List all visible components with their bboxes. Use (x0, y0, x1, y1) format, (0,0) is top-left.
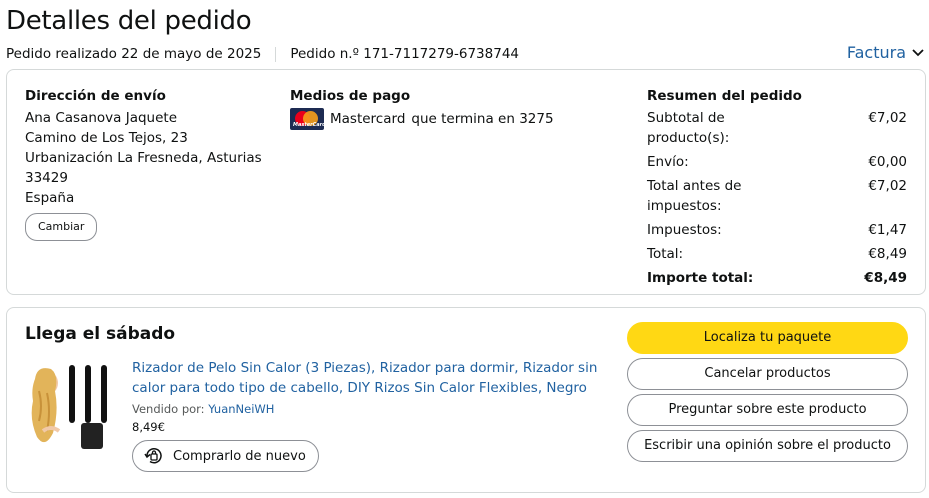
ask-product-question-button[interactable]: Preguntar sobre este producto (627, 394, 908, 426)
summary-heading: Resumen del pedido (647, 88, 802, 104)
product-info: Rizador de Pelo Sin Calor (3 Piezas), Ri… (132, 358, 612, 472)
page-title: Detalles del pedido (6, 6, 252, 36)
buy-again-label: Comprarlo de nuevo (173, 448, 306, 464)
write-review-button[interactable]: Escribir una opinión sobre el producto (627, 430, 908, 462)
delivery-card: Llega el sábado Rizador de Pelo Sin Calo… (6, 307, 926, 493)
address-line: Urbanización La Fresneda, Asturias (25, 150, 262, 166)
product-price: 8,49€ (132, 420, 165, 434)
chevron-down-icon (912, 48, 924, 56)
product-title-link[interactable]: Rizador de Pelo Sin Calor (3 Piezas), Ri… (132, 358, 612, 398)
seller-info: Vendido por: YuanNeiWH (132, 402, 612, 416)
summary-row-tax: Impuestos: €1,47 (647, 222, 907, 238)
shipping-heading: Dirección de envío (25, 88, 166, 104)
seller-link[interactable]: YuanNeiWH (208, 402, 274, 416)
summary-row-shipping: Envío: €0,00 (647, 154, 907, 170)
summary-row-grand-total: Importe total: €8,49 (647, 270, 907, 286)
address-line: 33429 (25, 170, 68, 186)
payment-card-ending: que termina en 3275 (411, 111, 554, 127)
summary-row-subtotal: Subtotal de producto(s): €7,02 (647, 110, 907, 146)
meta-divider (275, 46, 277, 62)
track-package-button[interactable]: Localiza tu paquete (627, 322, 908, 354)
mastercard-icon: MasterCard (290, 108, 324, 130)
order-summary: Resumen del pedido Subtotal de producto(… (647, 86, 907, 292)
shipping-address: Dirección de envío Ana Casanova Jaquete … (25, 86, 265, 241)
invoice-dropdown[interactable]: Factura (847, 43, 924, 62)
order-number: Pedido n.º 171-7117279-6738744 (290, 46, 520, 62)
payment-method-name: Mastercard (330, 111, 406, 127)
cancel-items-button[interactable]: Cancelar productos (627, 358, 908, 390)
change-address-button[interactable]: Cambiar (25, 213, 98, 241)
sold-by-label: Vendido por: (132, 402, 205, 416)
buy-again-icon (144, 448, 162, 464)
order-summary-card: Dirección de envío Ana Casanova Jaquete … (6, 69, 926, 295)
payment-heading: Medios de pago (290, 88, 411, 104)
order-meta: Pedido realizado 22 de mayo de 2025 Pedi… (6, 46, 519, 62)
address-line: Ana Casanova Jaquete (25, 110, 178, 126)
invoice-label: Factura (846, 43, 906, 62)
summary-row-total: Total: €8,49 (647, 246, 907, 262)
payment-method: Medios de pago MasterCard Mastercard que… (290, 86, 590, 130)
buy-again-button[interactable]: Comprarlo de nuevo (132, 440, 319, 472)
order-date: Pedido realizado 22 de mayo de 2025 (6, 46, 262, 62)
summary-row-pretax: Total antes de impuestos: €7,02 (647, 178, 907, 214)
delivery-title: Llega el sábado (25, 324, 176, 344)
address-line: Camino de Los Tejos, 23 (25, 130, 188, 146)
product-image[interactable] (25, 361, 117, 451)
order-actions: Localiza tu paquete Cancelar productos P… (627, 322, 908, 466)
address-line: España (25, 190, 75, 206)
